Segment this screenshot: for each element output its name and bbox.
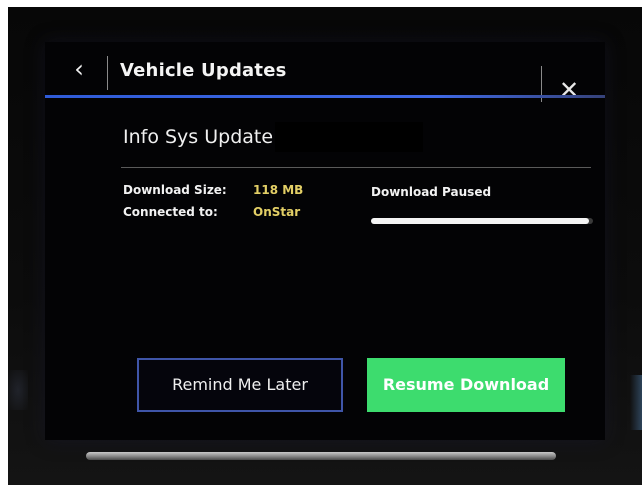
infotainment-screen: ‹ Vehicle Updates ✕ Info Sys Update: Dow… bbox=[45, 42, 605, 440]
download-progress-fill bbox=[371, 218, 589, 224]
back-button[interactable]: ‹ bbox=[59, 50, 99, 88]
chrome-trim bbox=[86, 452, 556, 460]
remind-me-later-button[interactable]: Remind Me Later bbox=[137, 358, 343, 412]
connected-to-value: OnStar bbox=[253, 205, 301, 219]
page-title: Vehicle Updates bbox=[120, 60, 287, 81]
bezel-glare bbox=[630, 375, 642, 430]
close-button[interactable]: ✕ bbox=[551, 72, 587, 108]
download-size-label: Download Size: bbox=[123, 183, 227, 197]
bezel-glare bbox=[8, 370, 28, 410]
download-status: Download Paused bbox=[371, 185, 492, 199]
resume-download-button[interactable]: Resume Download bbox=[367, 358, 565, 412]
divider bbox=[121, 167, 591, 168]
close-icon: ✕ bbox=[558, 76, 580, 104]
download-size-value: 118 MB bbox=[253, 183, 304, 197]
photo-frame: ‹ Vehicle Updates ✕ Info Sys Update: Dow… bbox=[0, 0, 642, 485]
update-title: Info Sys Update: bbox=[123, 126, 280, 148]
connected-to-label: Connected to: bbox=[123, 205, 218, 219]
download-progress-bar bbox=[371, 218, 593, 224]
redacted-area bbox=[275, 122, 423, 152]
chevron-left-icon: ‹ bbox=[74, 55, 84, 83]
header-divider bbox=[107, 56, 108, 90]
header-bar: ‹ Vehicle Updates ✕ bbox=[45, 42, 605, 104]
header-accent-line bbox=[45, 95, 605, 98]
